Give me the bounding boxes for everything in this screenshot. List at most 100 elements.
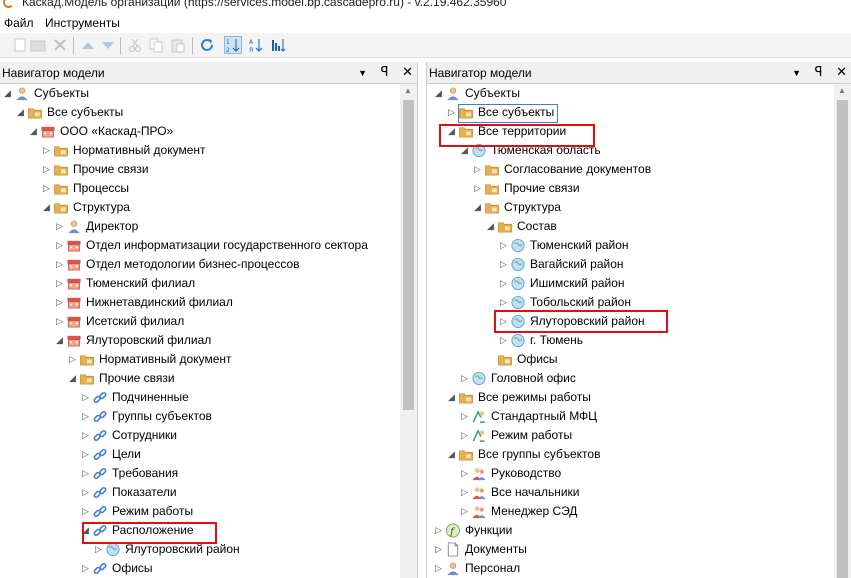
sort-za-icon[interactable]: AЯ	[248, 37, 264, 53]
tree-item[interactable]: ◢ Состав	[427, 217, 834, 236]
expand-arrow-icon[interactable]: ▷	[82, 559, 92, 578]
tree-item[interactable]: ◢ Прочие связи	[0, 369, 400, 388]
tree-item[interactable]: ▷ Согласование документов	[427, 160, 834, 179]
paste-icon[interactable]	[170, 37, 186, 53]
tree-item[interactable]: ▷ Все начальники	[427, 483, 834, 502]
tree-item[interactable]: ◢ Все субъекты	[0, 103, 400, 122]
expand-arrow-icon[interactable]: ▷	[461, 464, 471, 483]
tree-item[interactable]: ▷ Сотрудники	[0, 426, 400, 445]
tree-item[interactable]: ◢ Все группы субъектов	[427, 445, 834, 464]
collapse-arrow-icon[interactable]: ◢	[69, 369, 79, 388]
expand-arrow-icon[interactable]: ▷	[43, 179, 53, 198]
expand-arrow-icon[interactable]: ▷	[56, 293, 66, 312]
menu-tools[interactable]: Инструменты	[45, 16, 120, 30]
expand-arrow-icon[interactable]: ▷	[461, 407, 471, 426]
collapse-arrow-icon[interactable]: ◢	[487, 217, 497, 236]
tree-item[interactable]: ◢ Структура	[0, 198, 400, 217]
tree-item[interactable]: ▷ Процессы	[0, 179, 400, 198]
tree-item[interactable]: ▷ Директор	[0, 217, 400, 236]
expand-arrow-icon[interactable]: ▷	[461, 502, 471, 521]
collapse-arrow-icon[interactable]: ◢	[43, 198, 53, 217]
tree-item[interactable]: ▷ Требования	[0, 464, 400, 483]
collapse-arrow-icon[interactable]: ◢	[30, 122, 40, 141]
tree-item[interactable]: ▷ Нормативный документ	[0, 350, 400, 369]
tree-item[interactable]: ◢ Структура	[427, 198, 834, 217]
collapse-arrow-icon[interactable]: ◢	[17, 103, 27, 122]
expand-arrow-icon[interactable]: ▷	[82, 464, 92, 483]
tree-item[interactable]: ▷ Стандартный МФЦ	[427, 407, 834, 426]
new-icon[interactable]	[12, 37, 28, 53]
expand-arrow-icon[interactable]: ▷	[461, 426, 471, 445]
delete-icon[interactable]	[52, 37, 68, 53]
collapse-arrow-icon[interactable]: ◢	[4, 84, 14, 103]
down-icon[interactable]	[100, 37, 116, 53]
tree-item[interactable]: ▷ Головной офис	[427, 369, 834, 388]
expand-arrow-icon[interactable]: ▷	[474, 179, 484, 198]
up-icon[interactable]	[80, 37, 96, 53]
expand-arrow-icon[interactable]: ▷	[43, 141, 53, 160]
expand-arrow-icon[interactable]: ▷	[82, 388, 92, 407]
expand-arrow-icon[interactable]: ▷	[82, 445, 92, 464]
collapse-arrow-icon[interactable]: ◢	[474, 198, 484, 217]
left-panel-pin-icon[interactable]: ꟼ	[381, 64, 389, 80]
tree-item[interactable]: ▷ f Функции	[427, 521, 834, 540]
tree-item[interactable]: ◢ ООО «Каскад-ПРО»	[0, 122, 400, 141]
right-panel-dropdown-icon[interactable]: ▼	[792, 68, 801, 78]
tree-item[interactable]: ▷ Режим работы	[427, 426, 834, 445]
tree-item[interactable]: ▷ Отдел информатизации государственного с…	[0, 236, 400, 255]
tree-item[interactable]: ◢ Субъекты	[427, 84, 834, 103]
tree-item[interactable]: ▷ Ишимский район	[427, 274, 834, 293]
tree-item[interactable]: ▷ Вагайский район	[427, 255, 834, 274]
tree-item[interactable]: ▷ Персонал	[427, 559, 834, 578]
left-scroll-thumb[interactable]	[403, 100, 414, 410]
collapse-arrow-icon[interactable]: ◢	[56, 331, 66, 350]
expand-arrow-icon[interactable]: ▷	[435, 521, 445, 540]
tree-item[interactable]: ▷ Цели	[0, 445, 400, 464]
right-scroll-thumb[interactable]	[837, 100, 848, 578]
expand-arrow-icon[interactable]: ▷	[82, 483, 92, 502]
collapse-arrow-icon[interactable]: ◢	[448, 445, 458, 464]
expand-arrow-icon[interactable]: ▷	[448, 103, 458, 122]
copy-icon[interactable]	[148, 37, 164, 53]
expand-arrow-icon[interactable]: ▷	[500, 236, 510, 255]
expand-arrow-icon[interactable]: ▷	[69, 350, 79, 369]
tree-item[interactable]: ▷ Прочие связи	[0, 160, 400, 179]
menu-file[interactable]: Файл	[4, 16, 34, 30]
expand-arrow-icon[interactable]: ▷	[461, 483, 471, 502]
expand-arrow-icon[interactable]: ▷	[474, 160, 484, 179]
sort-az-icon[interactable]: 12	[224, 36, 242, 54]
collapse-arrow-icon[interactable]: ◢	[435, 84, 445, 103]
left-scrollbar[interactable]: ▲	[400, 84, 417, 578]
expand-arrow-icon[interactable]: ▷	[500, 274, 510, 293]
tree-item[interactable]: ▷ Тюменский филиал	[0, 274, 400, 293]
right-panel-close-icon[interactable]: ✕	[836, 64, 847, 80]
expand-arrow-icon[interactable]: ▷	[56, 255, 66, 274]
left-panel-dropdown-icon[interactable]: ▼	[358, 68, 367, 78]
tree-item[interactable]: ▷ Исетский филиал	[0, 312, 400, 331]
tree-item[interactable]: ▷ Тюменский район	[427, 236, 834, 255]
expand-arrow-icon[interactable]: ▷	[461, 369, 471, 388]
expand-arrow-icon[interactable]: ▷	[500, 331, 510, 350]
expand-arrow-icon[interactable]: ▷	[435, 559, 445, 578]
right-scrollbar[interactable]: ▲	[834, 84, 851, 578]
expand-arrow-icon[interactable]: ▷	[82, 502, 92, 521]
expand-arrow-icon[interactable]: ▷	[82, 426, 92, 445]
expand-arrow-icon[interactable]: ▷	[56, 274, 66, 293]
tree-item[interactable]: ▷ Документы	[427, 540, 834, 559]
scroll-up-icon[interactable]: ▲	[404, 86, 412, 95]
tree-item[interactable]: ◢ Все режимы работы	[427, 388, 834, 407]
expand-arrow-icon[interactable]: ▷	[56, 236, 66, 255]
expand-arrow-icon[interactable]: ▷	[56, 312, 66, 331]
tree-item[interactable]: ▷ Режим работы	[0, 502, 400, 521]
tree-item[interactable]: Офисы	[427, 350, 834, 369]
expand-arrow-icon[interactable]: ▷	[43, 160, 53, 179]
tree-item[interactable]: ▷ Нормативный документ	[0, 141, 400, 160]
expand-arrow-icon[interactable]: ▷	[435, 540, 445, 559]
tree-item[interactable]: ▷ Прочие связи	[427, 179, 834, 198]
expand-arrow-icon[interactable]: ▷	[56, 217, 66, 236]
tree-item[interactable]: ◢ Ялуторовский филиал	[0, 331, 400, 350]
tree-item[interactable]: ▷ Офисы	[0, 559, 400, 578]
folder-icon[interactable]	[30, 37, 46, 53]
expand-arrow-icon[interactable]: ▷	[82, 407, 92, 426]
tree-item[interactable]: ▷ Руководство	[427, 464, 834, 483]
